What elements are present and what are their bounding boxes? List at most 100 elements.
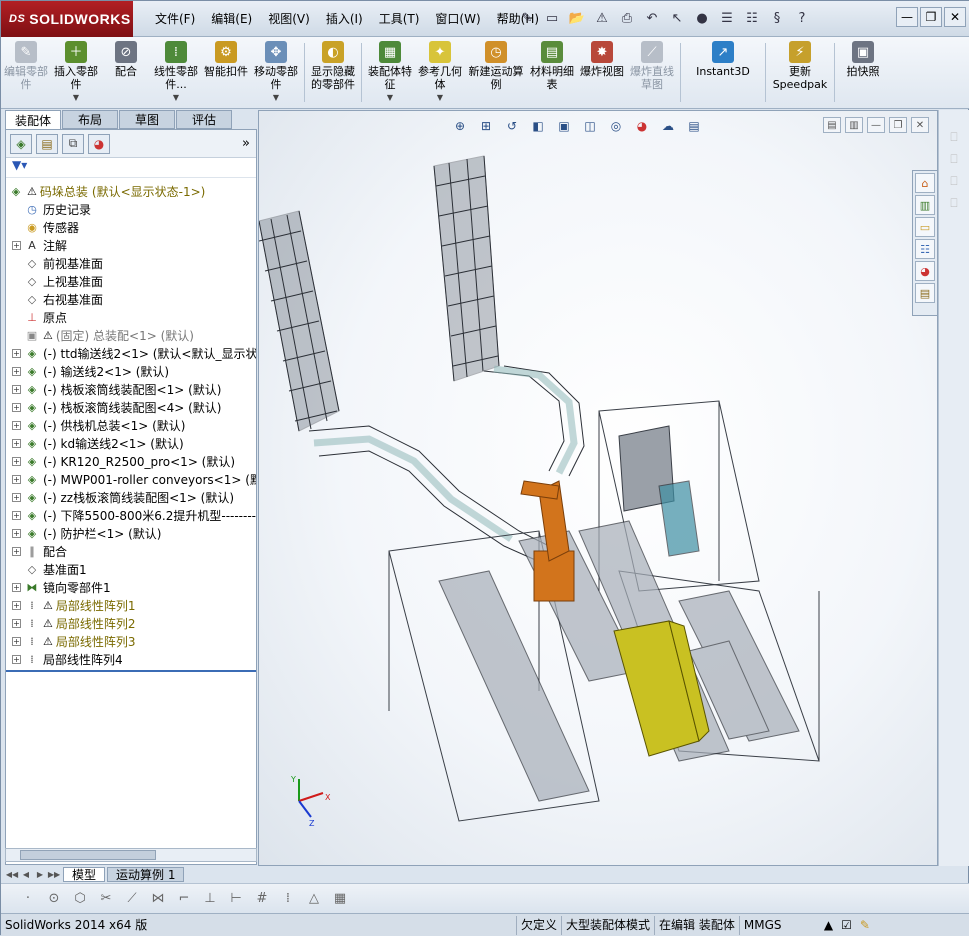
viewport-restore-icon[interactable]: ❐ [889, 117, 907, 133]
open-icon[interactable]: 📂 [566, 7, 588, 29]
expand-icon[interactable]: + [12, 654, 21, 664]
tree-item[interactable]: + ⁞ 局部线性阵列4 [6, 650, 256, 668]
filter-icon[interactable]: ▼▾ [6, 158, 256, 178]
table-icon[interactable]: ▦ [331, 890, 349, 908]
tab-sketch[interactable]: 草图 [119, 110, 175, 129]
linear-pattern-button[interactable]: ⁞ 线性零部件... ▼ [151, 37, 201, 108]
display-style-icon[interactable]: ◫ [579, 117, 601, 135]
tree-item[interactable]: + ⁞ ⚠ 局部线性阵列3 [6, 632, 256, 650]
next-tab-icon[interactable]: ▶ [33, 870, 47, 879]
offset-icon[interactable]: ⌐ [175, 890, 193, 908]
tree-item[interactable]: + ◈ (-) 防护栏<1> (默认) [6, 524, 256, 542]
viewport-close-icon[interactable]: ✕ [911, 117, 929, 133]
expand-icon[interactable]: + [12, 420, 21, 430]
property-manager-icon[interactable]: ▤ [36, 133, 58, 154]
expand-icon[interactable]: + [12, 582, 21, 592]
menu-tools[interactable]: 工具(T) [371, 10, 428, 27]
circle-icon[interactable]: ⊙ [45, 890, 63, 908]
expand-icon[interactable]: + [12, 510, 21, 520]
expand-icon[interactable]: + [12, 474, 21, 484]
tree-item[interactable]: + ◈ (-) zz栈板滚筒线装配图<1> (默认) [6, 488, 256, 506]
solidworks-resources-icon[interactable]: ⌂ [915, 173, 935, 193]
menu-window[interactable]: 窗口(W) [427, 10, 488, 27]
tree-item[interactable]: + ⁞ ⚠ 局部线性阵列1 [6, 596, 256, 614]
tab-evaluate[interactable]: 评估 [176, 110, 232, 129]
snapshot-button[interactable]: ▣ 拍快照 [838, 37, 888, 108]
sketch-pattern-icon[interactable]: ⁞ [279, 890, 297, 908]
tree-item[interactable]: ◇ 上视基准面 [6, 272, 256, 290]
search-commands-icon[interactable]: § [766, 7, 788, 29]
dimension-icon[interactable]: ⊢ [227, 890, 245, 908]
pin-icon[interactable]: ✎ [516, 7, 538, 29]
file-explorer-icon[interactable]: ▭ [915, 217, 935, 237]
file-properties-icon[interactable]: ☷ [741, 7, 763, 29]
expand-icon[interactable]: + [12, 600, 21, 610]
apply-scene-icon[interactable]: ☁ [657, 117, 679, 135]
tree-item[interactable]: ⊥ 原点 [6, 308, 256, 326]
explode-line-button[interactable]: ⟋ 爆炸直线草图 [627, 37, 677, 108]
scrollbar-thumb[interactable] [20, 850, 156, 860]
section-view-icon[interactable]: ◧ [527, 117, 549, 135]
design-library-icon[interactable]: ▥ [915, 195, 935, 215]
status-units[interactable]: MMGS [740, 916, 820, 935]
move-component-button[interactable]: ✥ 移动零部件 ▼ [251, 37, 301, 108]
tree-item[interactable]: + ⧓ 镜向零部件1 [6, 578, 256, 596]
tab-model[interactable]: 模型 [63, 867, 106, 882]
status-units-up-icon[interactable]: ▲ [820, 916, 837, 935]
close-icon[interactable]: ✕ [944, 7, 966, 27]
expand-icon[interactable]: + [12, 492, 21, 502]
chevron-down-icon[interactable]: ▼ [173, 91, 179, 104]
tab-assembly[interactable]: 装配体 [5, 110, 61, 129]
last-tab-icon[interactable]: ▶▶ [47, 870, 61, 879]
tree-item[interactable]: + ◈ (-) MWP001-roller conveyors<1> (默认) [6, 470, 256, 488]
status-tooltip-icon[interactable]: ✎ [856, 916, 874, 935]
tree-item[interactable]: + ◈ (-) 栈板滚筒线装配图<4> (默认) [6, 398, 256, 416]
expand-icon[interactable]: + [12, 348, 21, 358]
tree-item[interactable]: + ◈ (-) 输送线2<1> (默认) [6, 362, 256, 380]
expand-icon[interactable]: + [12, 438, 21, 448]
tree-item[interactable]: ◇ 右视基准面 [6, 290, 256, 308]
expand-icon[interactable]: + [12, 384, 21, 394]
tree-item[interactable]: + ◈ (-) 供栈机总装<1> (默认) [6, 416, 256, 434]
menu-file[interactable]: 文件(F) [147, 10, 203, 27]
motion-study-button[interactable]: ◷ 新建运动算例 [465, 37, 527, 108]
viewport-minimize-icon[interactable]: — [867, 117, 885, 133]
expand-icon[interactable]: + [12, 546, 21, 556]
prev-tab-icon[interactable]: ◀ [19, 870, 33, 879]
tree-item[interactable]: ◉ 传感器 [6, 218, 256, 236]
zoom-to-area-icon[interactable]: ⊞ [475, 117, 497, 135]
status-rebuild-icon[interactable]: ☑ [837, 916, 856, 935]
smart-fasteners-button[interactable]: ⚙ 智能扣件 [201, 37, 251, 108]
tree-item[interactable]: + ∥ 配合 [6, 542, 256, 560]
tree-item[interactable]: + ◈ (-) 下降5500-800米6.2提升机型---------总 [6, 506, 256, 524]
mate-button[interactable]: ⊘ 配合 [101, 37, 151, 108]
tree-item[interactable]: + A 注解 [6, 236, 256, 254]
tree-item[interactable]: + ◈ (-) 栈板滚筒线装配图<1> (默认) [6, 380, 256, 398]
tree-item[interactable]: ▣ ⚠ (固定) 总装配<1> (默认) [6, 326, 256, 344]
feature-tree-icon[interactable]: ◈ [10, 133, 32, 154]
appearance-manager-icon[interactable]: ◕ [88, 133, 110, 154]
expand-icon[interactable]: + [12, 456, 21, 466]
restore-icon[interactable]: ❐ [920, 7, 942, 27]
configuration-manager-icon[interactable]: ⧉ [62, 133, 84, 154]
tree-root[interactable]: ◈ ⚠ 码垛总装 (默认<显示状态-1>) [6, 182, 256, 200]
reference-geometry-button[interactable]: ✦ 参考几何体 ▼ [415, 37, 465, 108]
tab-layout[interactable]: 布局 [62, 110, 118, 129]
bom-button[interactable]: ▤ 材料明细表 [527, 37, 577, 108]
relation-icon[interactable]: ⊥ [201, 890, 219, 908]
menu-insert[interactable]: 插入(I) [318, 10, 371, 27]
view-settings-icon[interactable]: ▤ [683, 117, 705, 135]
view-orientation-icon[interactable]: ▣ [553, 117, 575, 135]
menu-view[interactable]: 视图(V) [260, 10, 318, 27]
extend-icon[interactable]: ⟋ [123, 890, 141, 908]
expand-icon[interactable]: + [12, 402, 21, 412]
polygon-icon[interactable]: ⬡ [71, 890, 89, 908]
chevron-down-icon[interactable]: ▼ [273, 91, 279, 104]
assembly-feature-button[interactable]: ▦ 装配体特征 ▼ [365, 37, 415, 108]
expand-icon[interactable]: + [12, 240, 21, 250]
triangle-icon[interactable]: △ [305, 890, 323, 908]
tree-item[interactable]: ◷ 历史记录 [6, 200, 256, 218]
tree-rollback-bar[interactable] [6, 670, 256, 672]
print-icon[interactable]: ⎙ [616, 7, 638, 29]
first-tab-icon[interactable]: ◀◀ [5, 870, 19, 879]
